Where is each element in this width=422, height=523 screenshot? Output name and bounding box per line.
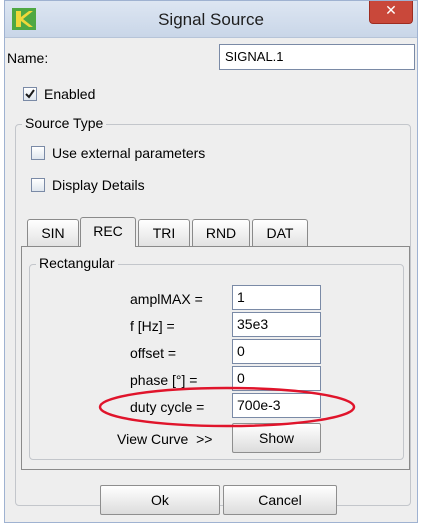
view-curve-label: View Curve >> <box>117 431 213 447</box>
use-external-label: Use external parameters <box>52 145 206 161</box>
source-type-title: Source Type <box>22 115 107 131</box>
checkmark-icon <box>25 89 35 99</box>
tab-sin[interactable]: SIN <box>27 219 79 247</box>
tab-rnd[interactable]: RND <box>192 219 250 247</box>
rectangular-group: Rectangular <box>29 255 404 460</box>
close-button[interactable]: ✕ <box>369 1 413 24</box>
enabled-checkbox-row[interactable]: Enabled <box>23 86 95 102</box>
tab-rec[interactable]: REC <box>80 217 136 247</box>
display-details-checkbox[interactable] <box>31 178 45 192</box>
enabled-checkbox[interactable] <box>23 87 37 101</box>
duty-cycle-label: duty cycle = <box>130 399 205 415</box>
offset-input[interactable]: 0 <box>232 339 321 364</box>
rectangular-title: Rectangular <box>36 255 118 271</box>
offset-label: offset = <box>130 345 177 361</box>
frequency-label: f [Hz] = <box>130 318 175 334</box>
window-title: Signal Source <box>158 10 264 29</box>
phase-input[interactable]: 0 <box>232 366 321 391</box>
use-external-row[interactable]: Use external parameters <box>31 145 205 161</box>
frequency-input[interactable]: 35e3 <box>232 312 321 337</box>
use-external-checkbox[interactable] <box>31 146 45 160</box>
duty-cycle-input[interactable]: 700e-3 <box>232 393 321 418</box>
signal-source-dialog: Signal Source ✕ Name: SIGNAL.1 Enabled S… <box>4 0 418 523</box>
display-details-label: Display Details <box>52 177 145 193</box>
tab-tri[interactable]: TRI <box>138 219 190 247</box>
amplmax-label: amplMAX = <box>130 291 203 307</box>
ok-button[interactable]: Ok <box>100 485 220 515</box>
name-input[interactable]: SIGNAL.1 <box>219 44 415 70</box>
display-details-row[interactable]: Display Details <box>31 177 145 193</box>
name-label: Name: <box>7 50 49 66</box>
tab-dat[interactable]: DAT <box>252 219 308 247</box>
amplmax-input[interactable]: 1 <box>232 285 321 310</box>
cancel-button[interactable]: Cancel <box>223 485 337 515</box>
phase-label: phase [°] = <box>130 372 198 388</box>
title-bar[interactable]: Signal Source ✕ <box>5 1 417 38</box>
show-button[interactable]: Show <box>232 423 321 453</box>
enabled-label: Enabled <box>44 86 96 102</box>
